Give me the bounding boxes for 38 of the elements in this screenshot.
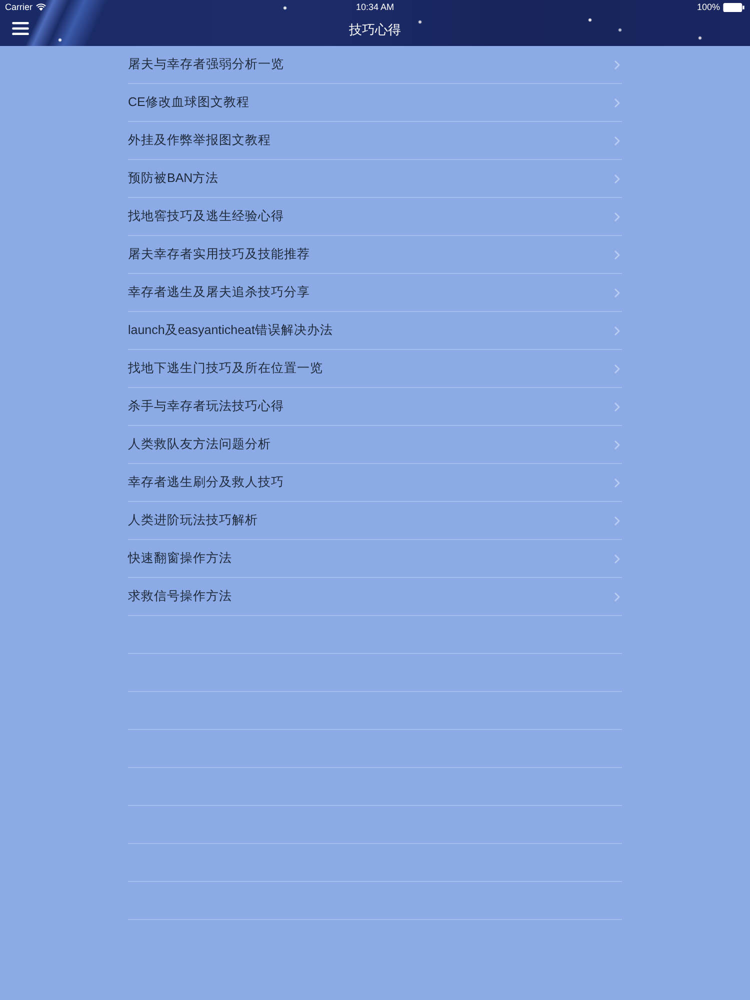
chevron-right-icon [614,136,620,146]
chevron-right-icon [614,592,620,602]
chevron-right-icon [614,554,620,564]
list-item[interactable]: 人类进阶玩法技巧解析 [128,502,622,540]
list-item[interactable]: 人类救队友方法问题分析 [128,426,622,464]
list-item[interactable]: 屠夫幸存者实用技巧及技能推荐 [128,236,622,274]
chevron-right-icon [614,478,620,488]
list-item[interactable]: 幸存者逃生及屠夫追杀技巧分享 [128,274,622,312]
chevron-right-icon [614,250,620,260]
wifi-icon [36,3,46,11]
chevron-right-icon [614,98,620,108]
carrier-label: Carrier [5,2,33,12]
chevron-right-icon [614,174,620,184]
chevron-right-icon [614,60,620,70]
list-item[interactable]: 预防被BAN方法 [128,160,622,198]
status-time: 10:34 AM [356,2,394,12]
list-item[interactable]: CE修改血球图文教程 [128,84,622,122]
chevron-right-icon [614,326,620,336]
list-item[interactable]: 快速翻窗操作方法 [128,540,622,578]
list-item[interactable]: launch及easyanticheat错误解决办法 [128,312,622,350]
battery-percent: 100% [696,2,720,12]
list-item[interactable]: 屠夫与幸存者强弱分析一览 [128,46,622,84]
chevron-right-icon [614,516,620,526]
list-item[interactable]: 外挂及作弊举报图文教程 [128,122,622,160]
menu-button[interactable] [12,22,29,35]
chevron-right-icon [614,212,620,222]
chevron-right-icon [614,364,620,374]
list-item[interactable]: 找地下逃生门技巧及所在位置一览 [128,350,622,388]
battery-icon [723,2,745,12]
chevron-right-icon [614,288,620,298]
chevron-right-icon [614,402,620,412]
chevron-right-icon [614,440,620,450]
screen-title: 技巧心得 [349,21,401,39]
menu-icon [12,22,29,35]
list-item[interactable]: 杀手与幸存者玩法技巧心得 [128,388,622,426]
list-item[interactable]: 找地窖技巧及逃生经验心得 [128,198,622,236]
list-item[interactable]: 求救信号操作方法 [128,578,622,616]
list-item[interactable]: 幸存者逃生刷分及救人技巧 [128,464,622,502]
